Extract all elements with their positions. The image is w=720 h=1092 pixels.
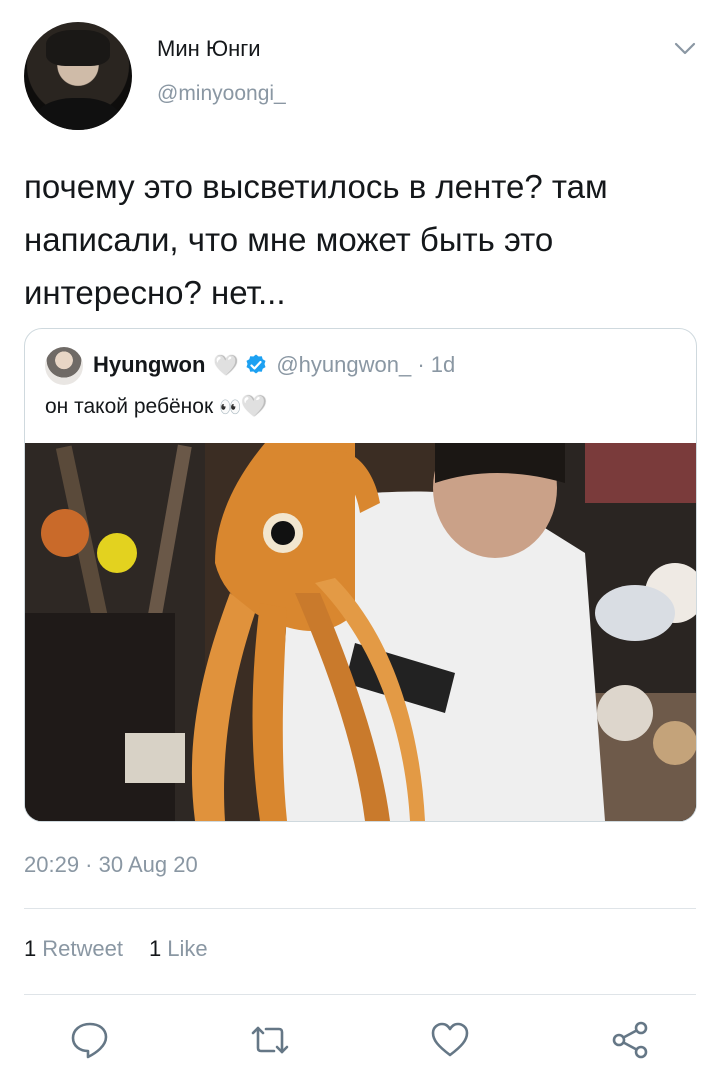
white-heart-emoji: 🤍 <box>213 354 239 377</box>
like-count: 1 <box>148 936 162 961</box>
reply-icon[interactable] <box>70 1020 110 1060</box>
photo-illustration <box>25 443 696 821</box>
divider-bottom <box>24 994 696 995</box>
retweet-stat[interactable]: 1 Retweet <box>24 936 123 962</box>
retweet-icon[interactable] <box>250 1020 290 1060</box>
chevron-down-icon[interactable] <box>674 42 696 56</box>
eyes-emoji: 👀 <box>218 397 242 417</box>
verified-badge-icon <box>246 354 266 374</box>
quoted-avatar[interactable] <box>45 347 83 385</box>
author-avatar[interactable] <box>24 22 132 130</box>
white-heart-emoji-2: 🤍 <box>241 395 268 418</box>
quoted-tweet[interactable]: Hyungwon 🤍 @hyungwon_ · 1d он такой ребё… <box>24 328 697 822</box>
quoted-display-name[interactable]: Hyungwon <box>93 352 205 378</box>
quoted-handle-time[interactable]: @hyungwon_ · 1d <box>276 352 455 378</box>
avatar-body <box>34 98 122 130</box>
quoted-photo[interactable] <box>25 443 696 821</box>
avatar-hair <box>46 30 110 66</box>
retweet-count: 1 <box>24 936 37 961</box>
quoted-header: Hyungwon 🤍 @hyungwon_ · 1d <box>93 349 455 381</box>
quoted-text-body: он такой ребёнок <box>45 395 214 418</box>
author-display-name[interactable]: Мин Юнги <box>157 36 261 62</box>
like-stat[interactable]: 1 Like <box>149 936 208 962</box>
tweet-timestamp[interactable]: 20:29 · 30 Aug 20 <box>24 852 198 878</box>
like-label: Like <box>167 936 208 961</box>
quoted-text: он такой ребёнок 👀🤍 <box>45 395 268 419</box>
divider-top <box>24 908 696 909</box>
tweet-text: почему это высветилось в ленте? там напи… <box>24 168 608 311</box>
retweet-label: Retweet <box>42 936 123 961</box>
heart-icon[interactable] <box>430 1020 470 1060</box>
engagement-stats: 1 Retweet 1 Like <box>24 936 208 962</box>
author-handle[interactable]: @minyoongi_ <box>157 82 286 106</box>
share-icon[interactable] <box>610 1020 650 1060</box>
